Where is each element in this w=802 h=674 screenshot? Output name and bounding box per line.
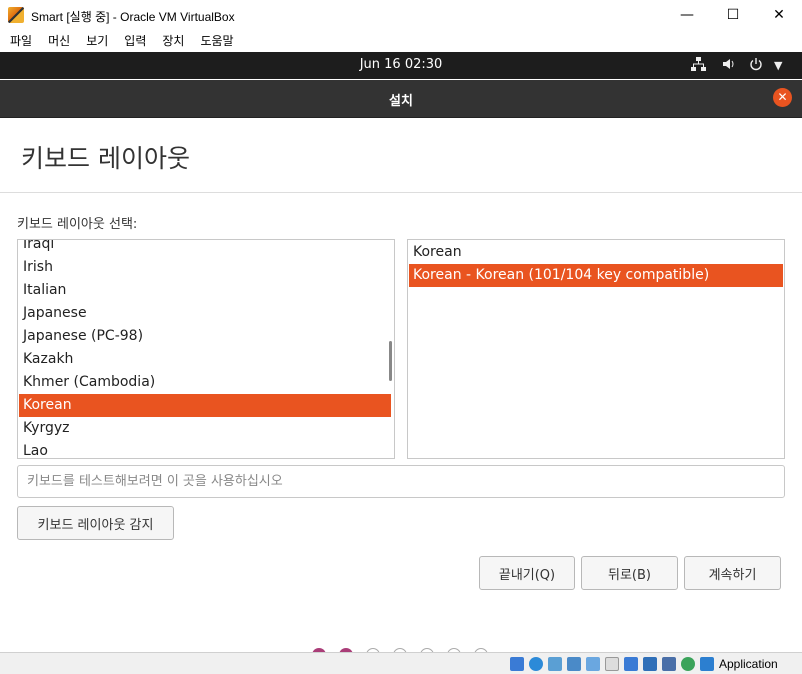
menu-devices[interactable]: 장치: [162, 30, 184, 52]
page-title: 키보드 레이아웃: [21, 144, 190, 173]
window-title: Smart [실행 중] - Oracle VM VirtualBox: [31, 10, 235, 24]
shared-folder-icon[interactable]: [605, 657, 619, 671]
close-window-button[interactable]: ✕: [756, 0, 802, 30]
hard-disk-icon[interactable]: [510, 657, 524, 671]
keyboard-test-input[interactable]: [17, 465, 785, 498]
vbox-status-bar: Application: [0, 652, 802, 674]
selected-list-item[interactable]: Korean - Korean (101/104 key compatible): [409, 264, 783, 287]
installer-close-icon[interactable]: ✕: [773, 88, 792, 107]
network-adapter-icon[interactable]: [567, 657, 581, 671]
selected-list-item[interactable]: Korean: [19, 394, 391, 417]
list-item[interactable]: Iraqi: [19, 240, 391, 256]
virtualbox-app-icon: [8, 7, 24, 23]
optical-drive-icon[interactable]: [529, 657, 543, 671]
menu-file[interactable]: 파일: [10, 30, 32, 52]
dropdown-arrow-icon[interactable]: ▼: [774, 59, 782, 72]
audio-icon[interactable]: [548, 657, 562, 671]
gnome-top-bar: Jun 16 02:30 ▼: [0, 52, 802, 79]
divider: [0, 192, 802, 193]
menu-input[interactable]: 입력: [124, 30, 146, 52]
menu-help[interactable]: 도움말: [200, 30, 233, 52]
menu-bar: 파일 머신 보기 입력 장치 도움말: [0, 30, 802, 52]
network-icon[interactable]: [691, 57, 706, 75]
guest-additions-icon[interactable]: [681, 657, 695, 671]
usb-icon[interactable]: [586, 657, 600, 671]
menu-view[interactable]: 보기: [86, 30, 108, 52]
maximize-button[interactable]: ☐: [710, 0, 756, 30]
host-key-icon[interactable]: [700, 657, 714, 671]
installer-title: 설치: [389, 94, 413, 109]
list-item[interactable]: Lao: [19, 440, 391, 458]
list-item[interactable]: Japanese (PC-98): [19, 325, 391, 348]
host-key-label: Application: [719, 657, 778, 671]
list-item[interactable]: Japanese: [19, 302, 391, 325]
keyboard-layout-list[interactable]: Iraqi Irish Italian Japanese Japanese (P…: [17, 239, 395, 459]
display-icon[interactable]: [624, 657, 638, 671]
volume-icon[interactable]: [722, 57, 736, 75]
list-item[interactable]: Italian: [19, 279, 391, 302]
quit-button[interactable]: 끝내기(Q): [479, 556, 575, 590]
recording-icon[interactable]: [643, 657, 657, 671]
back-button[interactable]: 뒤로(B): [581, 556, 678, 590]
window-titlebar: Smart [실행 중] - Oracle VM VirtualBox — ☐ …: [0, 0, 802, 30]
list-item[interactable]: Korean: [409, 241, 783, 264]
power-icon[interactable]: [749, 57, 763, 75]
list-item[interactable]: Kyrgyz: [19, 417, 391, 440]
list-item[interactable]: Khmer (Cambodia): [19, 371, 391, 394]
continue-button[interactable]: 계속하기: [684, 556, 781, 590]
layout-list-label: 키보드 레이아웃 선택:: [17, 217, 138, 232]
keyboard-variant-list[interactable]: Korean Korean - Korean (101/104 key comp…: [407, 239, 785, 459]
list-scrollbar[interactable]: [389, 341, 392, 381]
cpu-icon[interactable]: [662, 657, 676, 671]
detect-layout-button[interactable]: 키보드 레이아웃 감지: [17, 506, 174, 540]
list-item[interactable]: Irish: [19, 256, 391, 279]
installer-header: 설치: [0, 80, 802, 118]
menu-machine[interactable]: 머신: [48, 30, 70, 52]
clock[interactable]: Jun 16 02:30: [0, 57, 802, 72]
minimize-button[interactable]: —: [664, 0, 710, 30]
list-item[interactable]: Kazakh: [19, 348, 391, 371]
